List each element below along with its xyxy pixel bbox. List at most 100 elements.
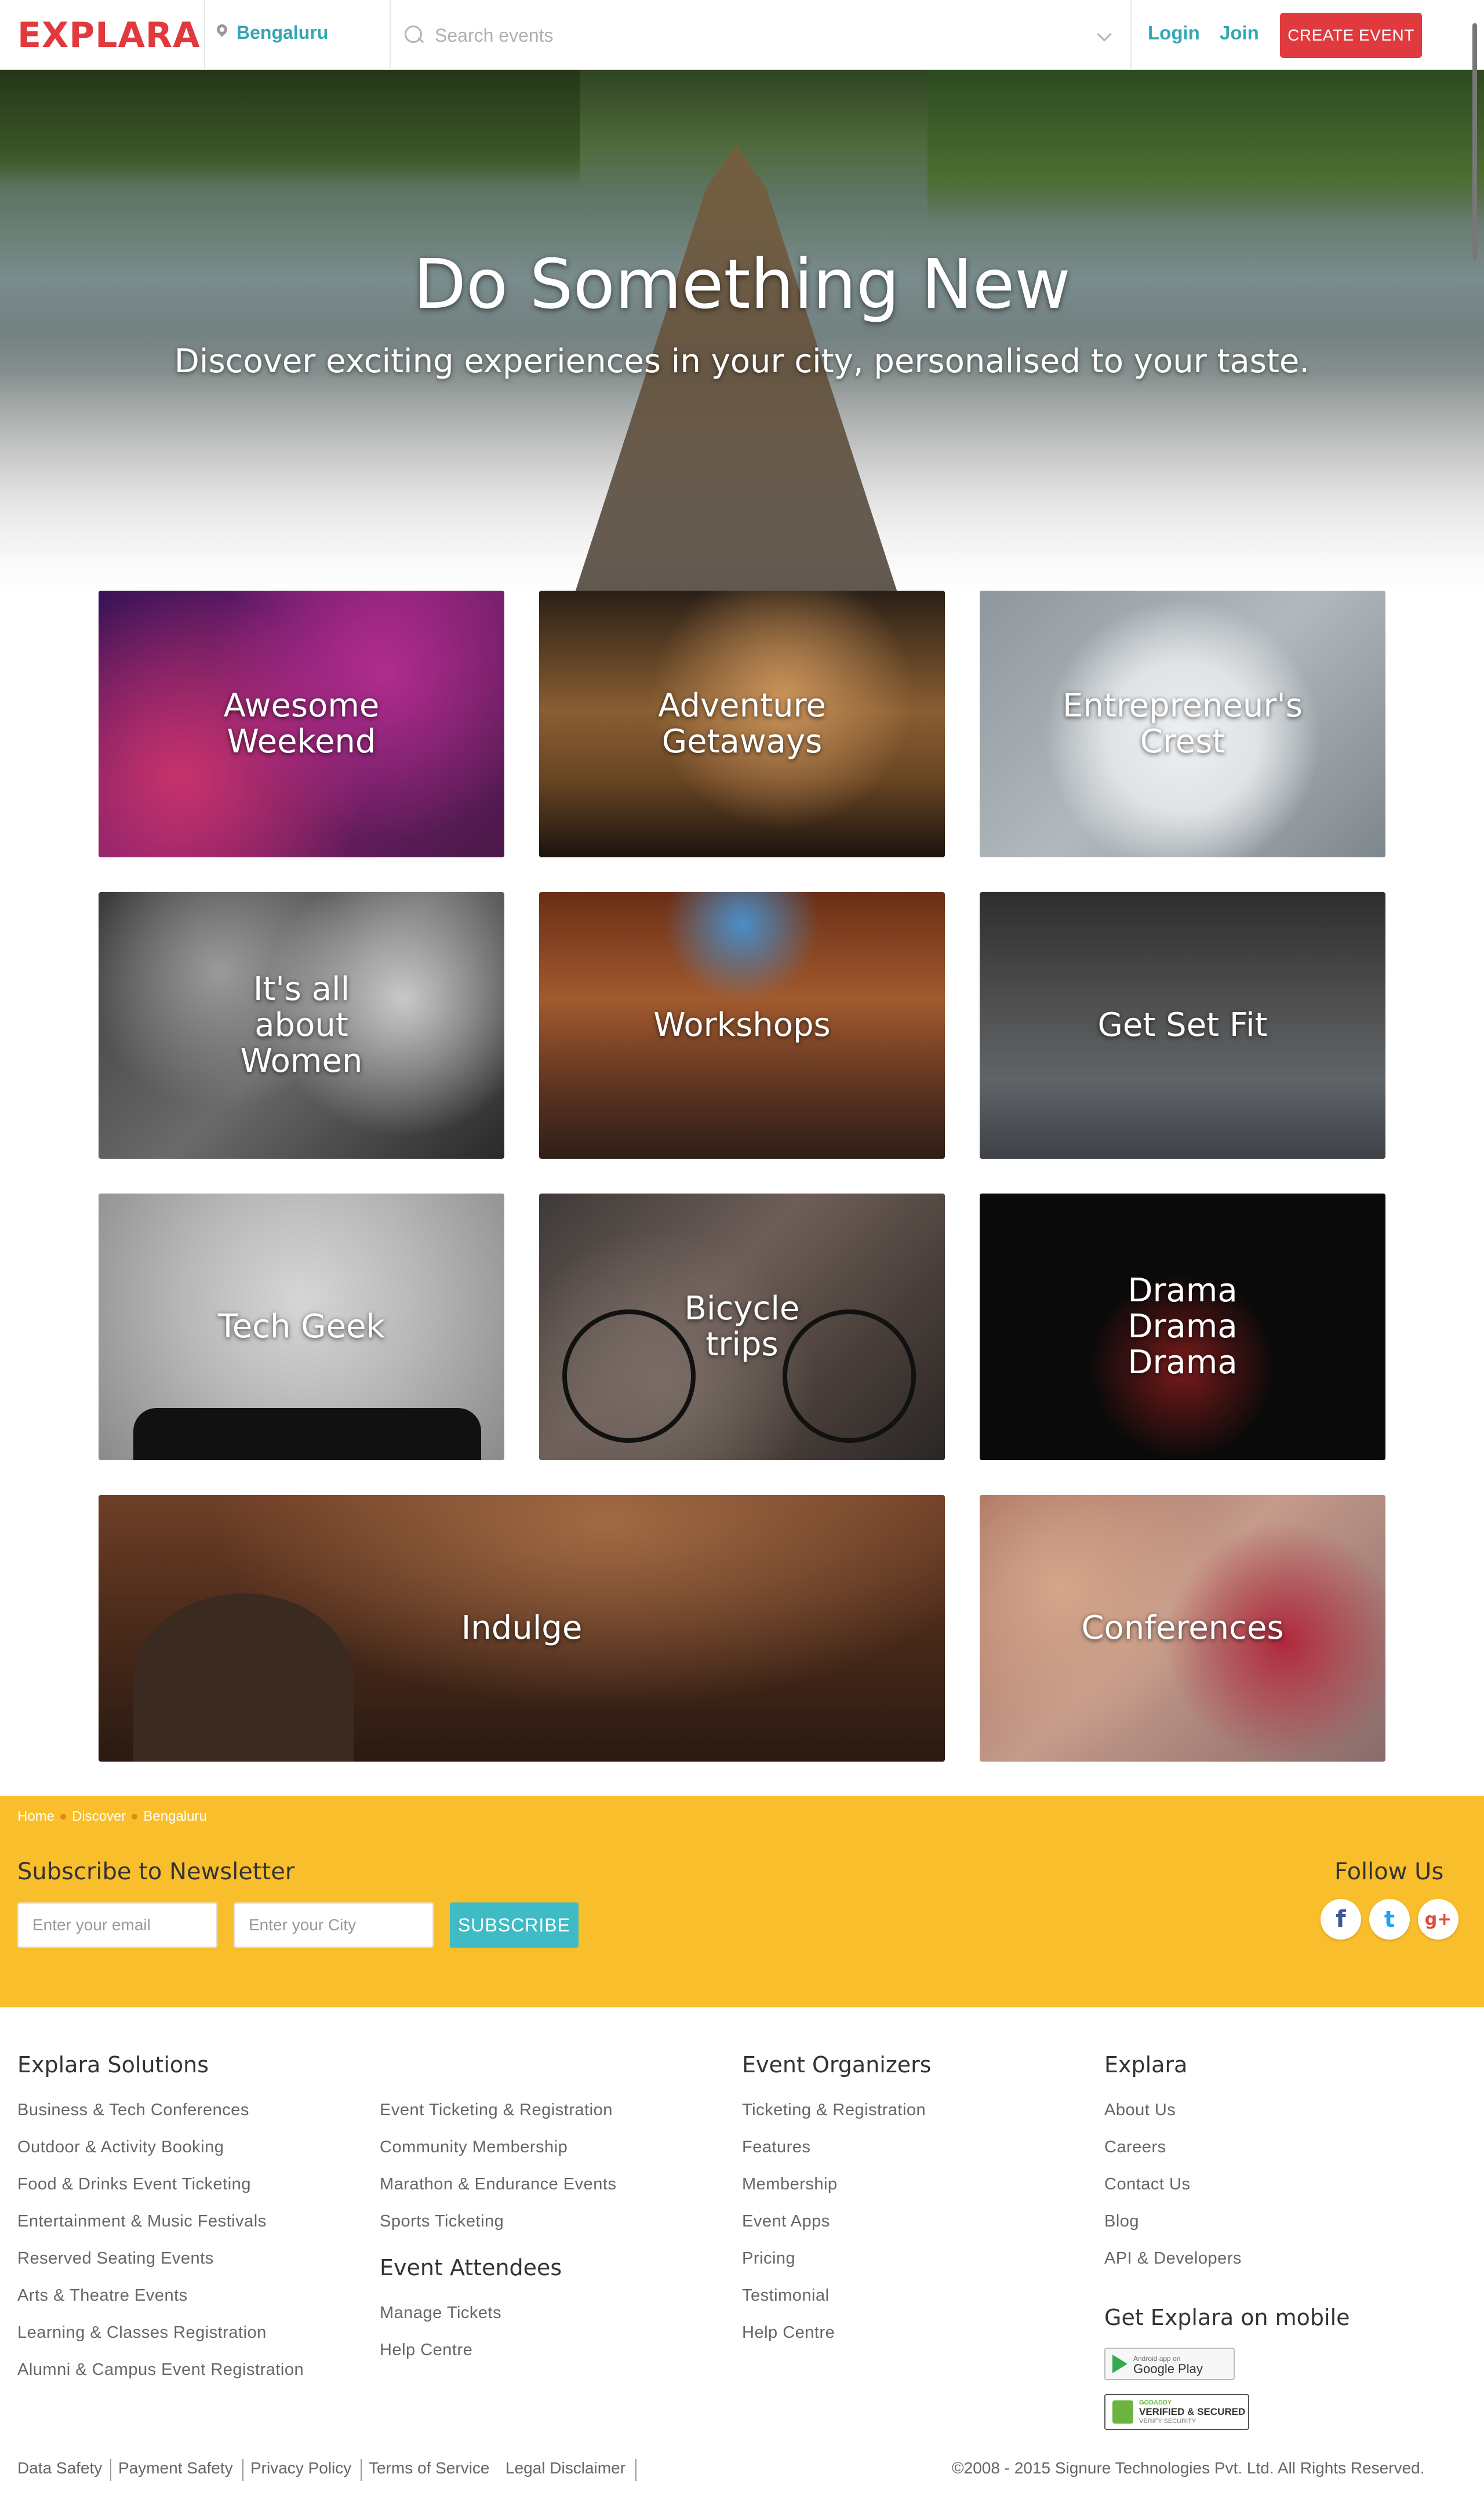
tile-label: Bicycle trips bbox=[684, 1290, 800, 1363]
category-tile-workshops[interactable]: Workshops bbox=[539, 892, 945, 1159]
twitter-icon[interactable]: t bbox=[1369, 1899, 1410, 1940]
breadcrumb-discover[interactable]: Discover bbox=[72, 1809, 126, 1825]
bicycle-wheel-right bbox=[783, 1309, 916, 1443]
logo-text: EXPLARA bbox=[17, 15, 201, 56]
footer-link[interactable]: Testimonial bbox=[742, 2286, 830, 2305]
category-tile-bicycle-trips[interactable]: Bicycle trips bbox=[539, 1194, 945, 1460]
tile-label: Get Set Fit bbox=[1097, 1006, 1268, 1044]
newsletter-email-input[interactable] bbox=[17, 1902, 217, 1948]
privacy-policy-link[interactable]: Privacy Policy bbox=[250, 2459, 351, 2477]
location-city: Bengaluru bbox=[237, 22, 329, 43]
link-separator bbox=[110, 2459, 111, 2481]
footer-link[interactable]: Contact Us bbox=[1104, 2175, 1190, 2194]
footer-link[interactable]: Sports Ticketing bbox=[380, 2212, 504, 2231]
hero-subtitle: Discover exciting experiences in your ci… bbox=[174, 343, 1310, 380]
map-pin-icon bbox=[216, 24, 228, 42]
category-tile-conferences[interactable]: Conferences bbox=[980, 1495, 1385, 1762]
category-tile-tech-geek[interactable]: Tech Geek bbox=[99, 1194, 504, 1460]
bicycle-wheel-left bbox=[562, 1309, 696, 1443]
login-link[interactable]: Login bbox=[1148, 22, 1200, 44]
footer-organizers-title: Event Organizers bbox=[742, 2052, 932, 2078]
footer-link[interactable]: Entertainment & Music Festivals bbox=[17, 2212, 267, 2231]
join-link[interactable]: Join bbox=[1220, 22, 1259, 44]
footer-link[interactable]: Membership bbox=[742, 2175, 838, 2194]
hero-background-trees bbox=[928, 70, 1484, 221]
category-tile-women[interactable]: It's all about Women bbox=[99, 892, 504, 1159]
facebook-icon[interactable]: f bbox=[1321, 1899, 1361, 1940]
tile-label: Workshops bbox=[653, 1006, 831, 1044]
google-play-text: Android app on Google Play bbox=[1133, 2353, 1203, 2376]
google-play-badge[interactable]: Android app on Google Play bbox=[1104, 2348, 1235, 2380]
legal-disclaimer-link[interactable]: Legal Disclaimer bbox=[505, 2459, 625, 2477]
footer-link[interactable]: Marathon & Endurance Events bbox=[380, 2175, 616, 2194]
footer-link[interactable]: Food & Drinks Event Ticketing bbox=[17, 2175, 251, 2194]
breadcrumb: Home Discover Bengaluru bbox=[17, 1809, 207, 1825]
category-tile-awesome-weekend[interactable]: Awesome Weekend bbox=[99, 591, 504, 857]
silhouette-strip bbox=[133, 1408, 481, 1460]
payment-safety-link[interactable]: Payment Safety bbox=[118, 2459, 233, 2477]
category-tile-entrepreneurs-crest[interactable]: Entrepreneur's Crest bbox=[980, 591, 1385, 857]
footer-link[interactable]: Community Membership bbox=[380, 2138, 568, 2157]
google-plus-icon[interactable]: g+ bbox=[1418, 1899, 1458, 1940]
footer-link[interactable]: Pricing bbox=[742, 2249, 795, 2268]
footer-link[interactable]: Outdoor & Activity Booking bbox=[17, 2138, 224, 2157]
hero-title: Do Something New bbox=[413, 244, 1071, 324]
category-tile-drama[interactable]: Drama Drama Drama bbox=[980, 1194, 1385, 1460]
footer-link[interactable]: About Us bbox=[1104, 2101, 1176, 2120]
page-scrollbar[interactable] bbox=[1472, 23, 1477, 261]
footer-link[interactable]: Alumni & Campus Event Registration bbox=[17, 2360, 304, 2380]
newsletter-city-input[interactable] bbox=[234, 1902, 434, 1948]
godaddy-badge[interactable]: GODADDY VERIFIED & SECURED VERIFY SECURI… bbox=[1104, 2394, 1249, 2430]
chevron-down-icon[interactable] bbox=[1097, 27, 1112, 42]
explara-logo[interactable]: EXPLARA bbox=[17, 15, 201, 56]
footer-link[interactable]: Features bbox=[742, 2138, 810, 2157]
footer-link[interactable]: Blog bbox=[1104, 2212, 1139, 2231]
breadcrumb-city[interactable]: Bengaluru bbox=[143, 1809, 206, 1825]
tile-label: Tech Geek bbox=[218, 1308, 385, 1345]
newsletter-band: Home Discover Bengaluru Subscribe to New… bbox=[0, 1796, 1484, 2007]
google-play-icon bbox=[1112, 2355, 1127, 2373]
follow-us-title: Follow Us bbox=[1334, 1858, 1444, 1885]
tile-label: Conferences bbox=[1081, 1609, 1284, 1647]
footer-link[interactable]: Event Apps bbox=[742, 2212, 830, 2231]
category-tile-adventure-getaways[interactable]: Adventure Getaways bbox=[539, 591, 945, 857]
header-divider bbox=[204, 0, 205, 70]
footer-solutions-title: Explara Solutions bbox=[17, 2052, 209, 2078]
google-play-label: Google Play bbox=[1133, 2362, 1203, 2376]
footer-attendees-title: Event Attendees bbox=[380, 2255, 562, 2280]
link-separator bbox=[361, 2459, 362, 2481]
hero-banner: Do Something New Discover exciting exper… bbox=[0, 70, 1484, 592]
footer-link[interactable]: Learning & Classes Registration bbox=[17, 2323, 267, 2342]
terms-of-service-link[interactable]: Terms of Service bbox=[369, 2459, 490, 2477]
create-event-button[interactable]: CREATE EVENT bbox=[1280, 13, 1422, 58]
breadcrumb-home[interactable]: Home bbox=[17, 1809, 54, 1825]
category-tile-indulge[interactable]: Indulge bbox=[99, 1495, 945, 1762]
header-divider bbox=[390, 0, 391, 70]
header-divider bbox=[1130, 0, 1132, 70]
footer-link[interactable]: Help Centre bbox=[742, 2323, 835, 2342]
category-tile-get-set-fit[interactable]: Get Set Fit bbox=[980, 892, 1385, 1159]
subscribe-button[interactable]: SUBSCRIBE bbox=[450, 1902, 579, 1948]
wine-barrel bbox=[133, 1594, 354, 1762]
data-safety-link[interactable]: Data Safety bbox=[17, 2459, 102, 2477]
footer-link[interactable]: Arts & Theatre Events bbox=[17, 2286, 188, 2305]
footer-link[interactable]: Help Centre bbox=[380, 2341, 472, 2360]
footer-link[interactable]: Event Ticketing & Registration bbox=[380, 2101, 613, 2120]
footer-explara-title: Explara bbox=[1104, 2052, 1188, 2078]
location-selector[interactable]: Bengaluru bbox=[216, 22, 328, 43]
footer-link[interactable]: Manage Tickets bbox=[380, 2304, 501, 2323]
tile-label: Awesome Weekend bbox=[223, 687, 380, 761]
godaddy-sub: VERIFY SECURITY bbox=[1139, 2418, 1196, 2425]
search-icon bbox=[405, 26, 424, 45]
footer-link[interactable]: Business & Tech Conferences bbox=[17, 2101, 249, 2120]
footer-link[interactable]: Ticketing & Registration bbox=[742, 2101, 926, 2120]
footer-link[interactable]: API & Developers bbox=[1104, 2249, 1242, 2268]
newsletter-title: Subscribe to Newsletter bbox=[17, 1858, 295, 1885]
footer-link[interactable]: Careers bbox=[1104, 2138, 1166, 2157]
search-bar bbox=[402, 13, 1121, 58]
hero-background-trees bbox=[0, 70, 580, 186]
search-input[interactable] bbox=[435, 24, 1072, 46]
link-separator bbox=[635, 2459, 636, 2481]
lock-icon bbox=[1112, 2400, 1133, 2424]
footer-link[interactable]: Reserved Seating Events bbox=[17, 2249, 214, 2268]
